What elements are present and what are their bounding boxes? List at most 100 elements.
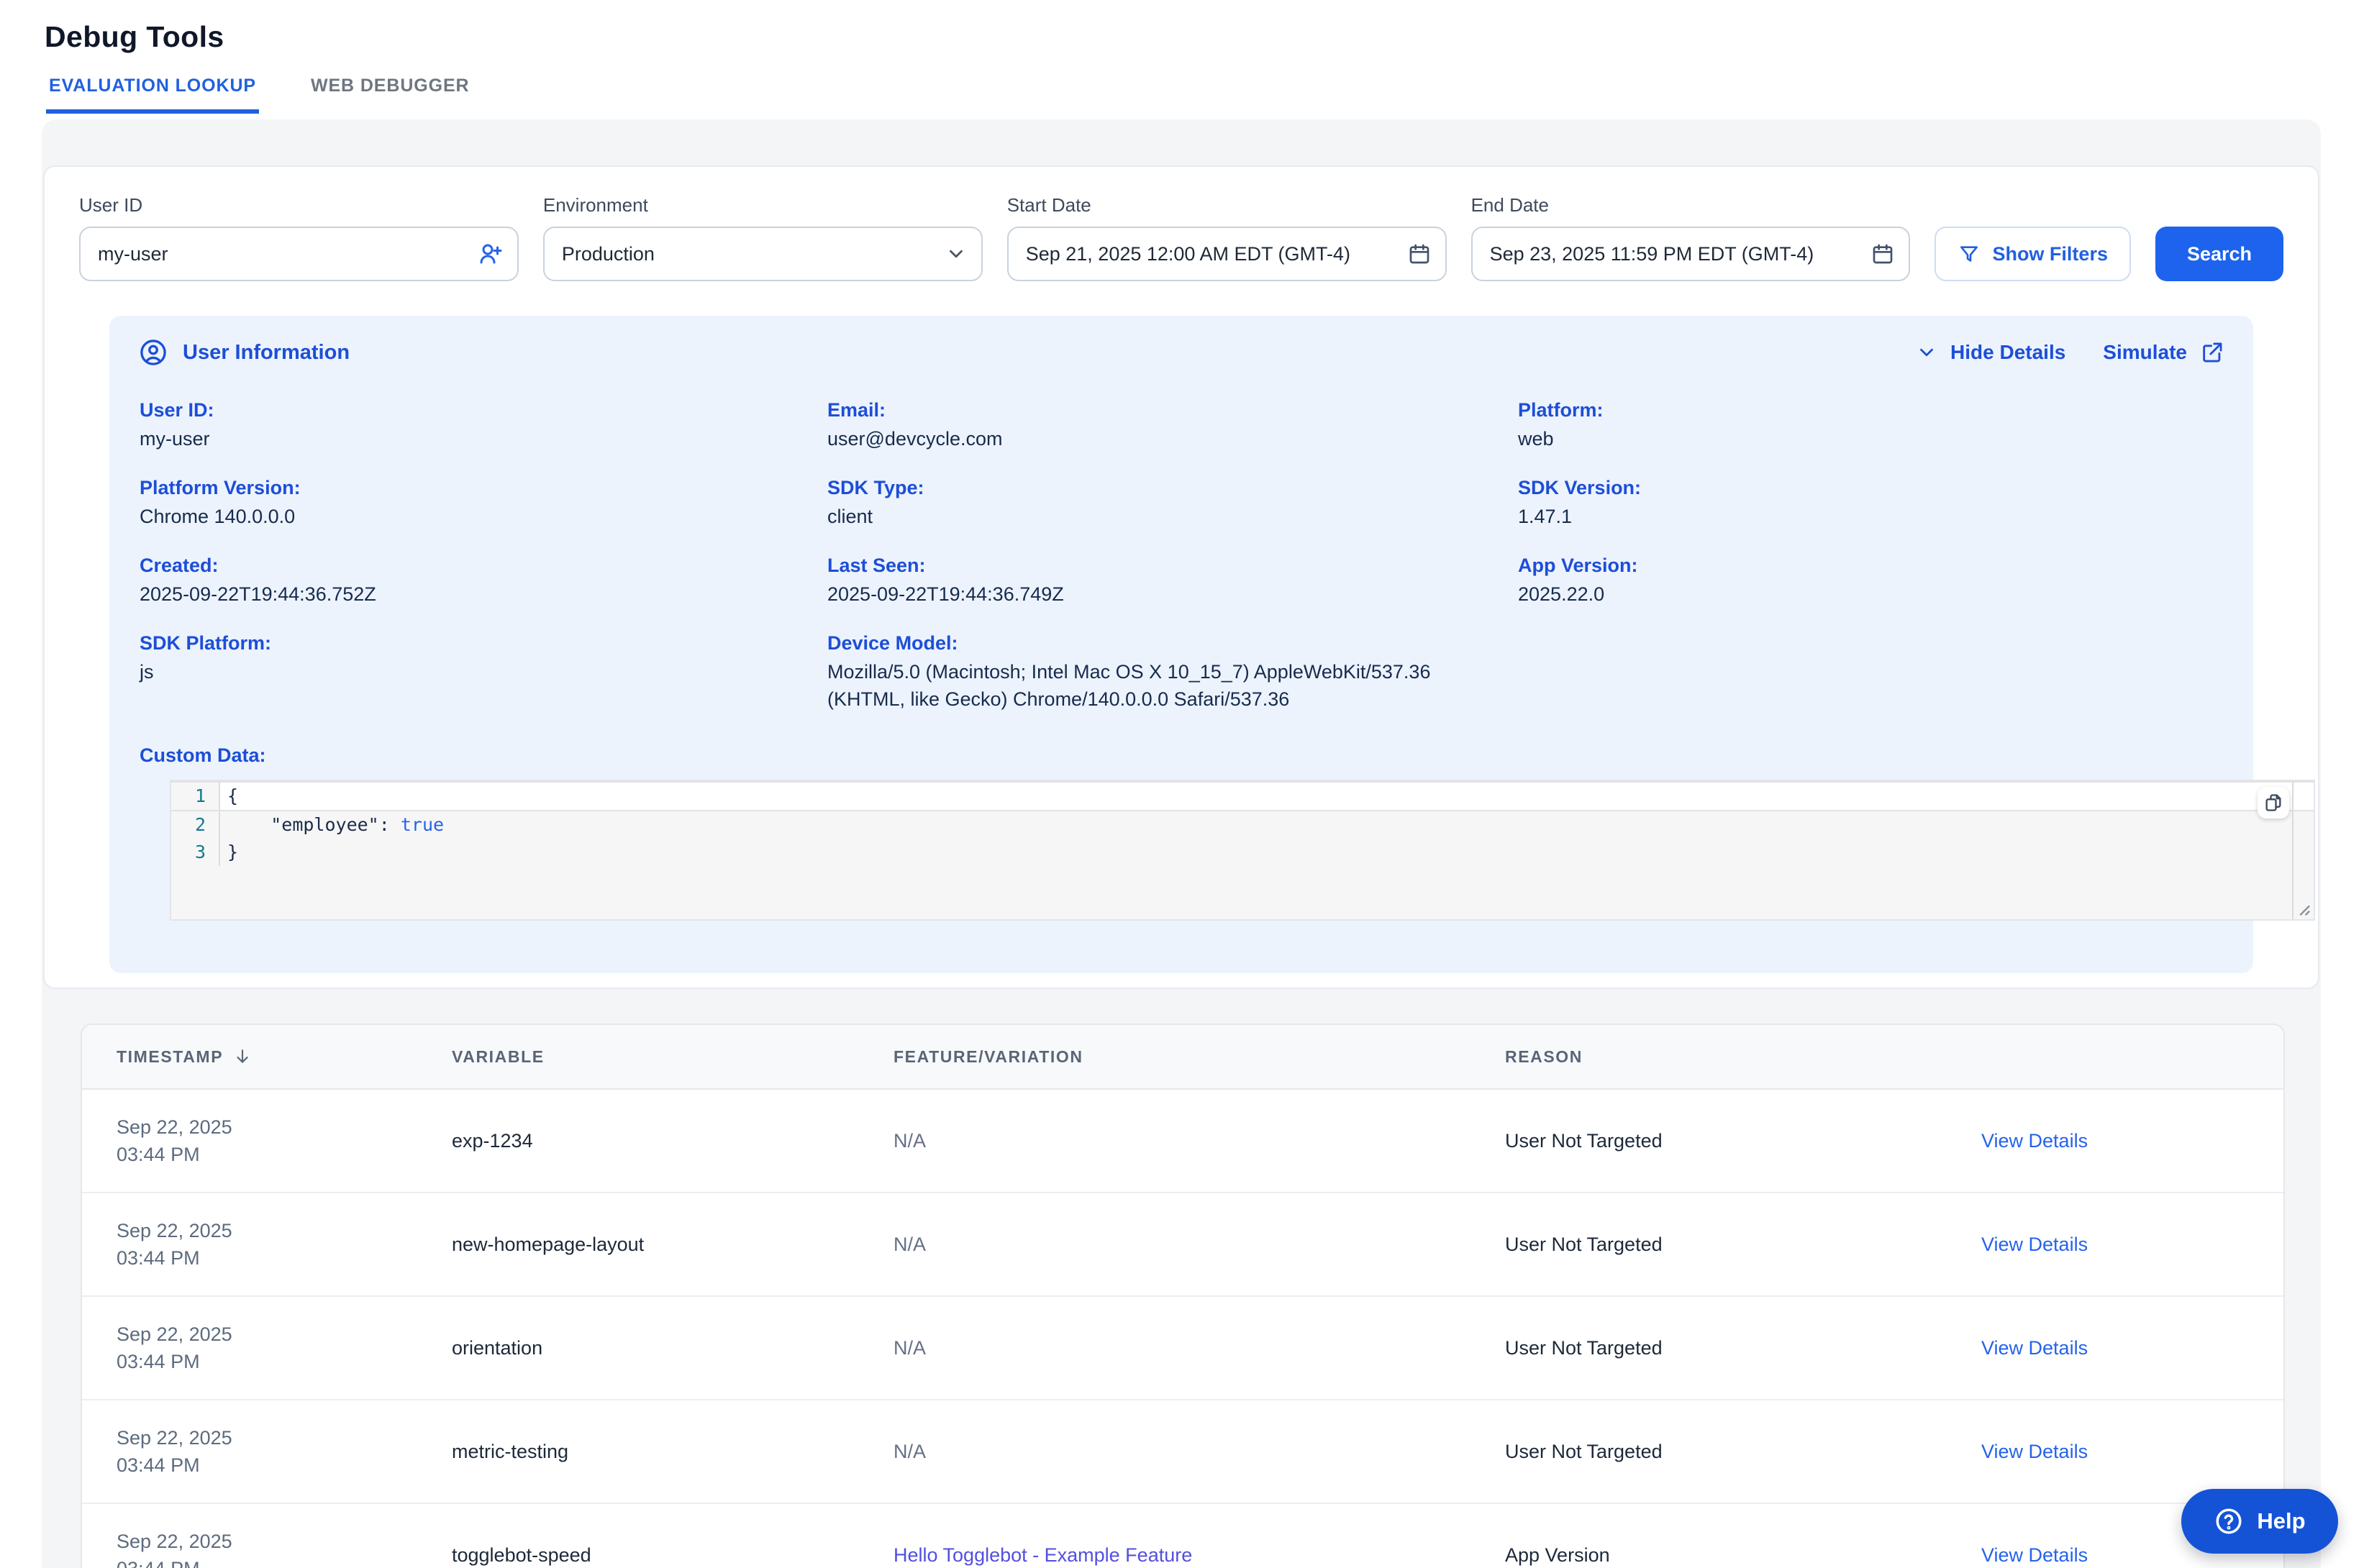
table-row: Sep 22, 202503:44 PM togglebot-speed Hel… xyxy=(82,1504,2283,1568)
variable-name: exp-1234 xyxy=(452,1130,894,1152)
environment-select[interactable]: Production xyxy=(543,227,983,281)
user-information-panel: User Information Hide Details xyxy=(109,316,2253,973)
info-field: Platform: web xyxy=(1518,396,2224,452)
hide-details-label: Hide Details xyxy=(1950,341,2065,364)
sort-descending-icon[interactable] xyxy=(233,1047,252,1066)
page-header: Debug Tools EVALUATION LOOKUP WEB DEBUGG… xyxy=(0,0,2364,114)
debug-tools-page: Debug Tools EVALUATION LOOKUP WEB DEBUGG… xyxy=(0,0,2364,1568)
simulate-label: Simulate xyxy=(2103,341,2187,364)
end-date-field-group: End Date Sep 23, 2025 11:59 PM EDT (GMT-… xyxy=(1471,194,1911,281)
user-info-title: User Information xyxy=(183,341,350,365)
user-info-column-3: Platform: web SDK Version: 1.47.1 App Ve… xyxy=(1518,396,2224,734)
table-row: Sep 22, 202503:44 PM exp-1234 N/A User N… xyxy=(82,1090,2283,1193)
start-date-label: Start Date xyxy=(1007,194,1447,216)
view-details-link[interactable]: View Details xyxy=(1981,1441,2249,1463)
code-line-2: 2 "employee": true xyxy=(171,811,2314,839)
calendar-icon[interactable] xyxy=(1408,242,1431,265)
user-plus-icon[interactable] xyxy=(477,241,503,267)
search-button[interactable]: Search xyxy=(2155,227,2283,281)
start-date-value: Sep 21, 2025 12:00 AM EDT (GMT-4) xyxy=(1026,243,1350,265)
content-well: User ID my-user Environment Production xyxy=(42,119,2321,1568)
feature-link[interactable]: Hello Togglebot - Example Feature xyxy=(894,1544,1505,1567)
table-row: Sep 22, 202503:44 PM metric-testing N/A … xyxy=(82,1400,2283,1504)
variable-name: new-homepage-layout xyxy=(452,1234,894,1256)
col-header-timestamp[interactable]: TIMESTAMP xyxy=(117,1047,452,1067)
code-line-3: 3 } xyxy=(171,839,2314,866)
col-header-feature[interactable]: FEATURE/VARIATION xyxy=(894,1047,1505,1067)
external-link-icon xyxy=(2200,340,2224,365)
show-filters-button[interactable]: Show Filters xyxy=(1935,227,2131,281)
page-title: Debug Tools xyxy=(45,20,2319,54)
view-details-link[interactable]: View Details xyxy=(1981,1337,2249,1359)
copy-icon[interactable] xyxy=(2258,787,2289,819)
tab-bar: EVALUATION LOOKUP WEB DEBUGGER xyxy=(45,76,2319,114)
info-field: Last Seen: 2025-09-22T19:44:36.749Z xyxy=(827,552,1518,608)
variable-name: togglebot-speed xyxy=(452,1544,894,1567)
variable-name: orientation xyxy=(452,1337,894,1359)
hide-details-button[interactable]: Hide Details xyxy=(1916,341,2065,364)
simulate-button[interactable]: Simulate xyxy=(2103,340,2224,365)
eval-reason: User Not Targeted xyxy=(1505,1234,1981,1256)
info-field: SDK Version: 1.47.1 xyxy=(1518,474,2224,530)
user-id-field-group: User ID my-user xyxy=(79,194,519,281)
calendar-icon[interactable] xyxy=(1871,242,1894,265)
user-info-column-2: Email: user@devcycle.com SDK Type: clien… xyxy=(827,396,1518,734)
start-date-field-group: Start Date Sep 21, 2025 12:00 AM EDT (GM… xyxy=(1007,194,1447,281)
eval-reason: User Not Targeted xyxy=(1505,1337,1981,1359)
table-header-row: TIMESTAMP VARIABLE FEATURE/VARIATION REA… xyxy=(82,1025,2283,1090)
evaluations-table: TIMESTAMP VARIABLE FEATURE/VARIATION REA… xyxy=(81,1024,2285,1568)
tab-evaluation-lookup[interactable]: EVALUATION LOOKUP xyxy=(46,76,259,114)
table-row: Sep 22, 202503:44 PM new-homepage-layout… xyxy=(82,1193,2283,1297)
feature-variation: N/A xyxy=(894,1337,1505,1359)
user-id-input[interactable]: my-user xyxy=(79,227,519,281)
end-date-input[interactable]: Sep 23, 2025 11:59 PM EDT (GMT-4) xyxy=(1471,227,1911,281)
view-details-link[interactable]: View Details xyxy=(1981,1234,2249,1256)
eval-reason: User Not Targeted xyxy=(1505,1130,1981,1152)
col-header-reason[interactable]: REASON xyxy=(1505,1047,1981,1067)
info-field: User ID: my-user xyxy=(140,396,827,452)
info-field: SDK Platform: js xyxy=(140,629,827,685)
environment-label: Environment xyxy=(543,194,983,216)
filter-form: User ID my-user Environment Production xyxy=(79,194,2283,281)
editor-divider xyxy=(2292,781,2293,919)
info-field: App Version: 2025.22.0 xyxy=(1518,552,2224,608)
lookup-card: User ID my-user Environment Production xyxy=(43,165,2319,989)
search-button-label: Search xyxy=(2187,243,2252,265)
feature-variation: N/A xyxy=(894,1234,1505,1256)
info-field: Created: 2025-09-22T19:44:36.752Z xyxy=(140,552,827,608)
environment-field-group: Environment Production xyxy=(543,194,983,281)
question-circle-icon xyxy=(2214,1506,2244,1536)
resize-handle-icon[interactable] xyxy=(2295,901,2311,916)
info-field: Device Model: Mozilla/5.0 (Macintosh; In… xyxy=(827,629,1518,713)
code-lines: 1 { 2 "employee": true 3 } xyxy=(171,781,2314,866)
show-filters-label: Show Filters xyxy=(1992,243,2108,265)
user-info-title-group: User Information xyxy=(138,337,350,368)
chevron-down-icon xyxy=(1916,342,1937,363)
chevron-down-icon xyxy=(945,243,967,265)
eval-reason: App Version xyxy=(1505,1544,1981,1567)
table-row: Sep 22, 202503:44 PM orientation N/A Use… xyxy=(82,1297,2283,1400)
filter-funnel-icon xyxy=(1958,242,1981,265)
info-field: Email: user@devcycle.com xyxy=(827,396,1518,452)
user-circle-icon xyxy=(138,337,168,368)
variable-name: metric-testing xyxy=(452,1441,894,1463)
environment-value: Production xyxy=(562,243,655,265)
info-field: SDK Type: client xyxy=(827,474,1518,530)
tab-web-debugger[interactable]: WEB DEBUGGER xyxy=(308,76,473,114)
start-date-input[interactable]: Sep 21, 2025 12:00 AM EDT (GMT-4) xyxy=(1007,227,1447,281)
col-header-variable[interactable]: VARIABLE xyxy=(452,1047,894,1067)
user-id-value: my-user xyxy=(98,243,168,265)
help-button[interactable]: Help xyxy=(2181,1489,2338,1554)
user-info-header: User Information Hide Details xyxy=(138,337,2224,368)
info-field: Platform Version: Chrome 140.0.0.0 xyxy=(140,474,827,530)
custom-data-label: Custom Data: xyxy=(138,744,2224,767)
end-date-value: Sep 23, 2025 11:59 PM EDT (GMT-4) xyxy=(1490,243,1814,265)
feature-variation: N/A xyxy=(894,1130,1505,1152)
eval-reason: User Not Targeted xyxy=(1505,1441,1981,1463)
help-label: Help xyxy=(2257,1508,2305,1534)
end-date-label: End Date xyxy=(1471,194,1911,216)
user-id-label: User ID xyxy=(79,194,519,216)
view-details-link[interactable]: View Details xyxy=(1981,1130,2249,1152)
custom-data-editor[interactable]: 1 { 2 "employee": true 3 } xyxy=(170,780,2315,921)
feature-variation: N/A xyxy=(894,1441,1505,1463)
